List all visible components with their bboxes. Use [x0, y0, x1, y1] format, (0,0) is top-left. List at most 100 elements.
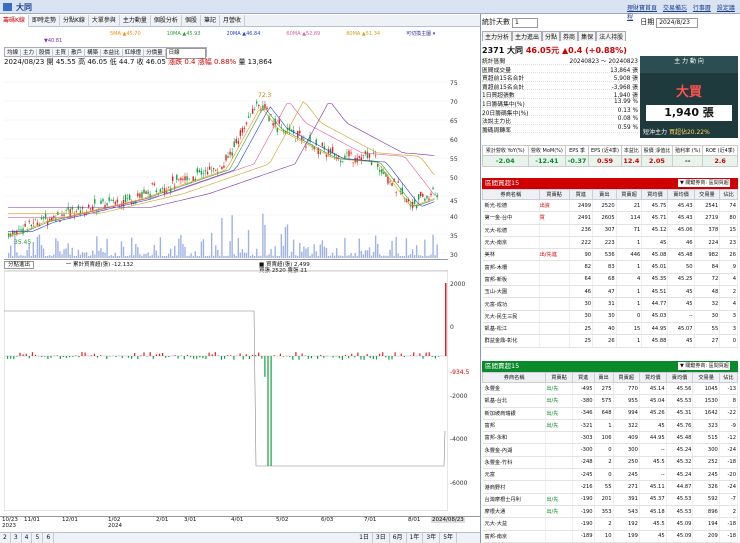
col-header[interactable]: 買均價: [638, 372, 667, 383]
range-btn[interactable]: 3年: [423, 533, 441, 543]
volume-bar: [85, 252, 88, 258]
stats-days-select[interactable]: 1: [512, 18, 538, 28]
col-header[interactable]: 買進: [568, 189, 594, 200]
col-header[interactable]: 佔比: [718, 372, 739, 383]
range-btn[interactable]: 1日: [356, 533, 373, 543]
col-header[interactable]: 交易量: [693, 189, 721, 200]
table-row[interactable]: 第一金-台中買 2491 2605 114 45.71 45.43 2719 80: [482, 211, 738, 225]
tab[interactable]: 分點K線: [60, 15, 89, 27]
candle-body: [418, 194, 420, 200]
col-header[interactable]: 券商名稱: [481, 372, 547, 383]
col-header[interactable]: 交易量: [692, 372, 720, 383]
cumulative-line: [4, 310, 446, 467]
table-row[interactable]: 富邦-木柵 82 83 1 45.01 50 84 9: [482, 260, 738, 274]
col-header[interactable]: 買均價: [641, 189, 669, 200]
table-row[interactable]: 永豐金-竹科 -248 2 250 45.5 45.32 252 -18: [482, 456, 739, 470]
table-row[interactable]: 元富-成功 30 31 1 44.77 45 32 4: [482, 297, 738, 311]
col-header[interactable]: 賣均價: [665, 372, 694, 383]
table-row[interactable]: 永豐金 出/先 -495 275 770 45.14 45.56 1045 -13: [482, 382, 739, 396]
tab[interactable]: 主力動量: [120, 15, 151, 27]
table-row[interactable]: 富邦-南京 -189 10 199 45 45.09 209 -18: [482, 530, 739, 543]
cell: -20: [719, 468, 739, 482]
col-header[interactable]: 買進: [571, 372, 595, 383]
ma-extra[interactable]: 可切換主圖 ▾: [406, 31, 435, 37]
table-row[interactable]: 台灣摩根士丹利 出/先 -190 201 391 45.37 45.53 592 -7: [482, 493, 739, 506]
table-row[interactable]: 富邦-新板 64 68 4 45.35 45.25 72 4: [482, 273, 738, 287]
right-tab[interactable]: 券商: [560, 31, 579, 41]
table-row[interactable]: 元大-松德 236 307 71 45.12 45.06 378 15: [482, 224, 738, 237]
tab-kline[interactable]: 籌碼K線: [0, 15, 29, 27]
volume-bar: [344, 237, 346, 258]
tab[interactable]: 月營收: [220, 15, 245, 27]
page-btn[interactable]: 2: [0, 533, 11, 543]
broker-net-chart[interactable]: [4, 271, 448, 511]
range-btn[interactable]: 6月: [390, 533, 407, 543]
stat-val: 2.6: [702, 155, 738, 167]
table-row[interactable]: 美林 出/先進 90 536 446 45.08 45.48 982 26: [482, 248, 738, 262]
candle-body: [206, 171, 209, 175]
range-btn[interactable]: 5年: [440, 533, 458, 543]
candle-body: [184, 176, 186, 181]
col-header[interactable]: 買賣點: [538, 189, 570, 200]
volume-bar: [135, 244, 137, 258]
tab[interactable]: 個股: [182, 15, 201, 27]
range-btn[interactable]: 1年: [407, 533, 424, 543]
tick: 60: [450, 137, 458, 144]
range-btn[interactable]: 3日: [373, 533, 390, 543]
table-row[interactable]: 元大-南京 222 223 1 45 46 224 23: [482, 236, 738, 250]
table-row[interactable]: 凱基-松江 25 40 15 44.95 45.07 55 3: [482, 322, 738, 336]
right-tab[interactable]: 主力分析: [482, 31, 513, 41]
table-row[interactable]: 新光-松德 出資 2499 2520 21 45.75 45.43 2541 74: [482, 199, 738, 213]
tab[interactable]: 即時走勢: [29, 15, 60, 27]
table-row[interactable]: 玉山-大園 46 47 1 45.51 45 48 2: [482, 285, 738, 299]
buy-broker-dropdown[interactable]: ▼ 關鍵券商: 區間買超15: [678, 179, 730, 194]
table-row[interactable]: 永豐金-內湖 -300 0 300 -- 45.24 300 -24: [482, 443, 739, 457]
table-row[interactable]: 新加坡商瑞銀 出/先 -346 648 994 45.26 45.31 1642 -22: [482, 407, 739, 420]
col-header[interactable]: 買賣超: [615, 189, 643, 200]
table-row[interactable]: 群益金鼎-彰化 25 26 1 45.88 45 27 0: [482, 334, 738, 348]
table-row[interactable]: 摩根大通 出/先 -190 353 543 45.18 45.53 896 2: [482, 505, 739, 519]
col-header[interactable]: 買賣點: [545, 372, 573, 383]
tab[interactable]: 大單參與: [89, 15, 120, 27]
table-row[interactable]: 凱基-台北 出/先 -380 575 955 45.04 45.53 1530 8: [482, 394, 739, 408]
net-bar: [403, 356, 405, 358]
right-tab[interactable]: 分點: [542, 31, 561, 41]
page-btn[interactable]: 4: [22, 533, 33, 543]
sub-chart-select[interactable]: 分點進出: [4, 261, 35, 269]
broker-name: 富邦-南京: [482, 530, 547, 543]
candle-body: [147, 191, 149, 194]
table-row[interactable]: 元大-民生三民 30 30 0 45.03 -- 30 3: [482, 310, 738, 323]
page-btn[interactable]: 3: [11, 533, 22, 543]
col-header[interactable]: 券商名稱: [482, 189, 540, 200]
date-input[interactable]: 2024/8/23: [656, 18, 699, 28]
right-tab[interactable]: 主力進出: [512, 31, 543, 41]
col-header[interactable]: 賣均價: [667, 189, 695, 200]
table-row[interactable]: 元大-大益 -190 2 192 45.5 45.09 194 -18: [482, 517, 739, 531]
price-chart[interactable]: [4, 68, 448, 258]
top-link[interactable]: 行事曆: [693, 5, 711, 12]
top-link[interactable]: 交易備忘: [663, 5, 687, 12]
right-tab[interactable]: 法人持股: [596, 31, 627, 41]
right-tab[interactable]: 集保: [578, 31, 597, 41]
cell: 45.88: [641, 334, 669, 348]
table-row[interactable]: 富邦 出/先 -321 1 322 45 45.76 323 -9: [482, 419, 739, 433]
page-btn[interactable]: 6: [43, 533, 55, 543]
volume-bar: [264, 224, 266, 258]
page-btn[interactable]: 5: [32, 533, 44, 543]
table-row[interactable]: 富邦-永和 -303 106 409 44.95 45.48 515 -12: [482, 431, 739, 445]
volume-bar: [8, 253, 10, 258]
volume-bar: [174, 245, 176, 258]
col-header[interactable]: 賣出: [593, 372, 614, 383]
tab[interactable]: 筆記: [201, 15, 220, 27]
volume-bar: [63, 249, 65, 258]
col-header[interactable]: 佔比: [719, 189, 738, 200]
col-header[interactable]: 賣出: [592, 189, 617, 200]
tab[interactable]: 個股分析: [151, 15, 182, 27]
top-link[interactable]: 理財寶首頁: [627, 5, 657, 12]
net-bar: [183, 356, 185, 360]
table-row[interactable]: 港商野村 -216 55 271 45.11 44.87 326 -24: [482, 480, 739, 494]
candle-body: [215, 169, 217, 171]
col-header[interactable]: 買賣超: [612, 372, 640, 383]
table-row[interactable]: 元富 -245 0 245 -- 45.24 245 -20: [482, 468, 739, 482]
sell-broker-dropdown[interactable]: ▼ 關鍵券商: 區間買超15: [678, 362, 730, 377]
